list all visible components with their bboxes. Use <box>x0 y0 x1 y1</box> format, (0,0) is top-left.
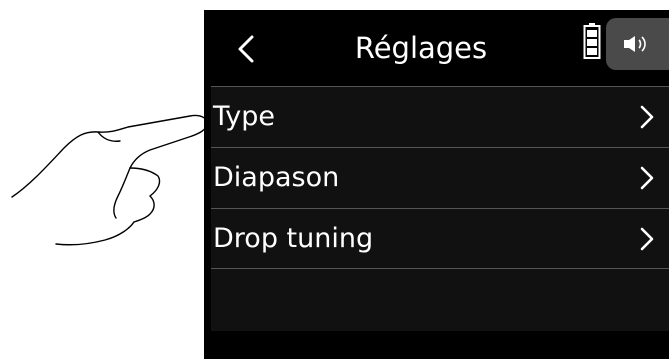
bottom-bar <box>211 331 669 359</box>
speaker-button[interactable] <box>606 18 669 70</box>
speaker-icon <box>623 36 646 52</box>
chevron-right-icon <box>640 166 654 190</box>
back-button[interactable] <box>221 24 271 74</box>
empty-list-area <box>211 269 669 331</box>
header-bar: Réglages <box>211 10 669 86</box>
device-frame: Réglages Type Diapason Drop tuning <box>204 10 669 359</box>
menu-item-label: Diapason <box>213 162 340 193</box>
chevron-right-icon <box>640 105 654 129</box>
menu-item-label: Type <box>213 101 276 132</box>
settings-screen: Réglages Type Diapason Drop tuning <box>211 10 669 359</box>
menu-item-label: Drop tuning <box>213 223 374 254</box>
menu-item-drop-tuning[interactable]: Drop tuning <box>211 208 669 268</box>
battery-icon <box>583 23 601 59</box>
menu-item-type[interactable]: Type <box>211 86 669 146</box>
menu-item-diapason[interactable]: Diapason <box>211 147 669 207</box>
chevron-right-icon <box>640 227 654 251</box>
chevron-left-icon <box>238 35 254 63</box>
page-title: Réglages <box>354 31 488 65</box>
